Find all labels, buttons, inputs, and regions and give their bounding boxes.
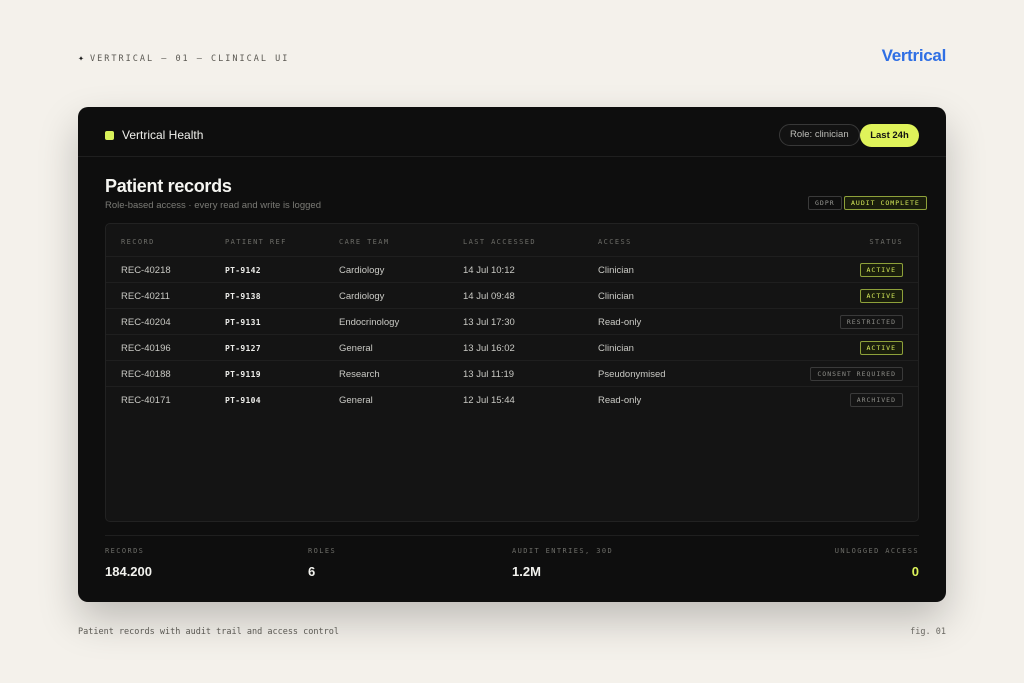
page-label-text: VERTRICAL — 01 — CLINICAL UI: [90, 53, 290, 64]
patient-ref: PT-9119: [225, 370, 261, 379]
stat-records: RECORDS 184.200: [105, 547, 152, 579]
stat-label: ROLES: [308, 547, 337, 555]
last-accessed: 13 Jul 17:30: [463, 317, 515, 328]
status-badge: RESTRICTED: [839, 315, 903, 329]
page-title: Patient records: [105, 176, 232, 196]
table-row[interactable]: REC-40204 PT-9131 Endocrinology 13 Jul 17:3…: [106, 308, 918, 334]
figure-number: fig. 01: [910, 627, 946, 637]
column-header-care-team[interactable]: CARE TEAM: [339, 238, 390, 246]
stats-divider: [105, 535, 919, 536]
patient-ref: PT-9127: [225, 344, 261, 353]
stat-value: 1.2M: [512, 564, 541, 579]
access-level: Clinician: [598, 265, 634, 276]
status-badge: CONSENT REQUIRED: [810, 367, 903, 381]
record-id: REC-40204: [121, 317, 171, 328]
stat-audit-entries: AUDIT ENTRIES, 30D 1.2M: [512, 547, 613, 579]
record-id: REC-40218: [121, 265, 171, 276]
table-row[interactable]: REC-40211 PT-9138 Cardiology 14 Jul 09:48 Cl…: [106, 282, 918, 308]
patient-ref: PT-9104: [225, 396, 261, 405]
access-level: Read-only: [598, 317, 642, 328]
record-id: REC-40196: [121, 343, 171, 354]
column-header-record[interactable]: RECORD: [121, 238, 155, 246]
records-table: RECORD PATIENT REF CARE TEAM LAST ACCESS…: [105, 223, 919, 522]
page-subtitle: Role-based access · every read and write…: [105, 200, 321, 211]
role-chip[interactable]: Role: clinician: [779, 124, 860, 146]
page-label: ✦ VERTRICAL — 01 — CLINICAL UI: [78, 53, 289, 64]
status-badge: ACTIVE: [859, 289, 903, 303]
care-team: Endocrinology: [339, 317, 400, 328]
care-team: Research: [339, 369, 380, 380]
brand-logo[interactable]: Vertrical: [882, 46, 947, 66]
record-id: REC-40211: [121, 291, 170, 302]
last-accessed: 13 Jul 16:02: [463, 343, 515, 354]
stat-roles: ROLES 6: [308, 547, 336, 579]
figure-caption: Patient records with audit trail and acc…: [78, 627, 339, 637]
record-id: REC-40188: [121, 369, 171, 380]
stat-label: AUDIT ENTRIES, 30D: [512, 547, 614, 555]
gdpr-badge: GDPR: [808, 196, 842, 210]
stat-label: UNLOGGED ACCESS: [834, 547, 919, 555]
column-header-access[interactable]: ACCESS: [598, 238, 632, 246]
care-team: General: [339, 395, 373, 406]
stat-unlogged-access: UNLOGGED ACCESS 0: [835, 547, 919, 579]
stat-label: RECORDS: [105, 547, 145, 555]
records-card: Vertrical Health Role: clinician Last 24…: [78, 107, 946, 602]
last-accessed: 14 Jul 10:12: [463, 265, 515, 276]
app-name: Vertrical Health: [122, 128, 204, 142]
column-header-patient-ref[interactable]: PATIENT REF: [225, 238, 287, 246]
status-badge: ACTIVE: [859, 263, 903, 277]
table-header: RECORD PATIENT REF CARE TEAM LAST ACCESS…: [106, 224, 918, 256]
sparkle-icon: ✦: [78, 53, 85, 64]
access-level: Clinician: [598, 343, 634, 354]
record-id: REC-40171: [121, 395, 171, 406]
table-row[interactable]: REC-40171 PT-9104 General 12 Jul 15:44 Read-…: [106, 386, 918, 412]
table-row[interactable]: REC-40188 PT-9119 Research 13 Jul 11:19 Pseu…: [106, 360, 918, 386]
last-accessed: 13 Jul 11:19: [463, 369, 515, 380]
stat-value: 6: [308, 564, 316, 579]
app-logo-icon: [105, 130, 114, 140]
patient-ref: PT-9142: [225, 266, 261, 275]
column-header-last-accessed[interactable]: LAST ACCESSED: [463, 238, 536, 246]
time-range-button[interactable]: Last 24h: [860, 124, 919, 147]
last-accessed: 14 Jul 09:48: [463, 291, 515, 302]
stat-value: 0: [911, 564, 919, 579]
app-topbar: Vertrical Health Role: clinician Last 24…: [78, 107, 946, 157]
column-header-status[interactable]: STATUS: [869, 238, 903, 246]
app-brand[interactable]: Vertrical Health: [105, 128, 203, 142]
patient-ref: PT-9138: [225, 292, 261, 301]
last-accessed: 12 Jul 15:44: [463, 395, 515, 406]
access-level: Pseudonymised: [598, 369, 666, 380]
stat-value: 184.200: [105, 564, 152, 579]
care-team: Cardiology: [339, 265, 385, 276]
access-level: Clinician: [598, 291, 634, 302]
patient-ref: PT-9131: [225, 318, 261, 327]
access-level: Read-only: [598, 395, 642, 406]
status-badge: ARCHIVED: [849, 393, 903, 407]
status-badge: ACTIVE: [859, 341, 903, 355]
audit-badge: AUDIT COMPLETE: [844, 196, 927, 210]
table-row[interactable]: REC-40218 PT-9142 Cardiology 14 Jul 10:12 Cl…: [106, 256, 918, 282]
care-team: Cardiology: [339, 291, 385, 302]
care-team: General: [339, 343, 373, 354]
table-row[interactable]: REC-40196 PT-9127 General 13 Jul 16:02 Clini…: [106, 334, 918, 360]
